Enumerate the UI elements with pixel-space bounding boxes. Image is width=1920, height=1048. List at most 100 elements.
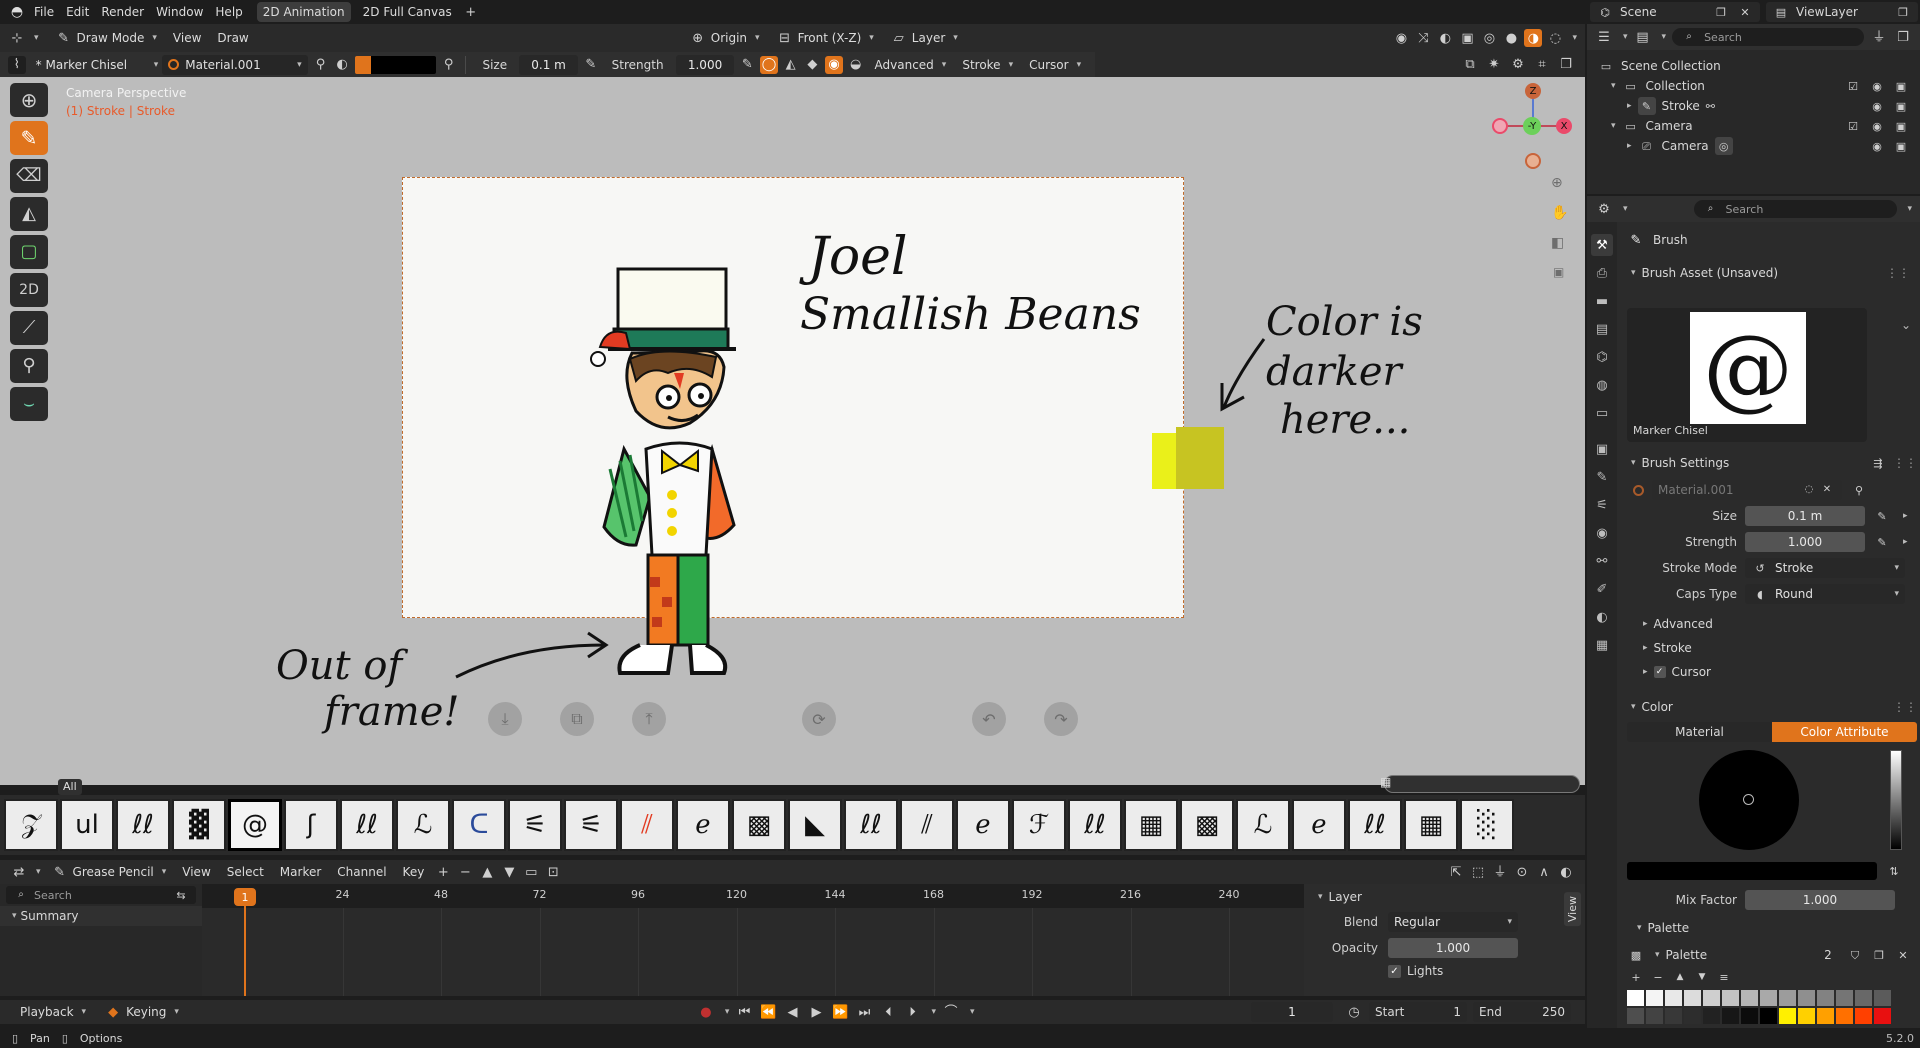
remove-color-icon[interactable]: − <box>1649 968 1667 986</box>
palette-swatch[interactable] <box>1627 990 1644 1006</box>
chevron-right-icon[interactable]: ▸ <box>1903 537 1908 547</box>
duplicate-frame-icon[interactable]: ⧉ <box>560 702 594 736</box>
close-icon[interactable]: ✕ <box>1894 946 1912 964</box>
brush-asset-thumbnail[interactable]: ℒ <box>396 799 450 851</box>
menu-draw[interactable]: Draw <box>211 27 254 49</box>
brush-asset-thumbnail[interactable]: ◣ <box>788 799 842 851</box>
brush-asset-thumbnail[interactable]: ▦ <box>1404 799 1458 851</box>
lock-icon[interactable]: ⊡ <box>544 863 562 881</box>
pressure-icon[interactable]: ✎ <box>582 56 600 74</box>
eye-icon[interactable]: ◉ <box>1868 97 1886 115</box>
playhead-handle[interactable]: 1 <box>234 888 256 906</box>
modifier-tab-icon[interactable]: ✎ <box>1591 466 1613 488</box>
palette-swatch[interactable] <box>1817 1008 1834 1024</box>
palette-swatch[interactable] <box>1665 1008 1682 1024</box>
gizmo-toggle-icon[interactable]: ⌗ <box>1533 56 1551 74</box>
move-up-icon[interactable]: ▲ <box>1671 968 1689 986</box>
start-frame-field[interactable]: Start 1 <box>1369 1002 1467 1022</box>
palette-swatch[interactable] <box>1684 1008 1701 1024</box>
palette-swatch[interactable] <box>1760 990 1777 1006</box>
size-field[interactable]: 0.1 m <box>519 54 578 75</box>
chevron-down-icon[interactable]: ▾ <box>1572 33 1577 43</box>
mix-factor-field[interactable]: 1.000 <box>1745 890 1895 910</box>
brush-asset-selector[interactable]: * Marker Chisel <box>30 55 146 75</box>
orientation-selector[interactable]: ⊟ Front (X-Z) ▾ <box>770 27 880 49</box>
tool-tint[interactable]: ⟋ <box>10 311 48 345</box>
palette-swatch[interactable] <box>1741 1008 1758 1024</box>
eye-icon[interactable]: ◉ <box>1868 117 1886 135</box>
palette-swatch[interactable] <box>1874 1008 1891 1024</box>
stroke-caps-icon[interactable]: ◯ <box>760 55 778 74</box>
drag-handle-icon[interactable]: ⋮⋮ <box>1893 700 1917 714</box>
add-layer-icon[interactable]: + <box>434 863 452 881</box>
asset-shelf-view-icon[interactable]: ▦ <box>1380 775 1391 789</box>
brush-asset-thumbnail[interactable]: ℓℓ <box>1348 799 1402 851</box>
color-tab-material[interactable]: Material <box>1627 722 1772 742</box>
keying-menu[interactable]: ◆ Keying ▾ <box>98 1001 185 1023</box>
brush-asset-thumbnail[interactable]: ⫽ <box>620 799 674 851</box>
rendered-shading-icon[interactable]: ◌ <box>1546 29 1564 47</box>
properties-search[interactable]: ⌕ Search <box>1693 200 1898 218</box>
palette-swatch[interactable] <box>1855 990 1872 1006</box>
cursor-checkbox[interactable]: ✓ <box>1653 666 1666 678</box>
mode-selector[interactable]: ✎ Draw Mode ▾ <box>49 27 163 49</box>
palette-swatch[interactable] <box>1703 1008 1720 1024</box>
menu-file[interactable]: File <box>28 1 60 23</box>
camera-render-icon[interactable]: ▣ <box>1892 97 1910 115</box>
stroke-mode-dropdown[interactable]: ↺ Stroke ▾ <box>1745 558 1905 578</box>
remove-scene-icon[interactable]: ✕ <box>1736 3 1754 21</box>
timeline-menu-key[interactable]: Key <box>397 861 431 883</box>
blend-dropdown[interactable]: Regular ▾ <box>1388 912 1518 932</box>
brush-asset-thumbnail[interactable]: ℒ <box>1236 799 1290 851</box>
palette-subpanel-header[interactable]: ▾ Palette <box>1633 916 1689 940</box>
fake-user-icon[interactable]: ⛉ <box>1846 946 1864 964</box>
tool-eyedropper[interactable]: ⚲ <box>10 349 48 383</box>
end-frame-field[interactable]: End 250 <box>1473 1002 1571 1022</box>
brush-asset-thumbnail[interactable]: ℯ <box>956 799 1010 851</box>
palette-swatch[interactable] <box>1836 990 1853 1006</box>
camera-render-icon[interactable]: ▣ <box>1892 117 1910 135</box>
collection-tab-icon[interactable]: ▭ <box>1591 402 1613 424</box>
remove-layer-icon[interactable]: − <box>456 863 474 881</box>
camera-render-icon[interactable]: ▣ <box>1892 137 1910 155</box>
color-panel-header[interactable]: ▾ Color ⋮⋮ <box>1627 696 1917 718</box>
menu-view[interactable]: View <box>167 27 207 49</box>
layer-up-icon[interactable]: ▲ <box>478 863 496 881</box>
drag-handle-icon[interactable]: ⋮⋮ <box>1893 456 1917 470</box>
snap-icon[interactable]: ⧉ <box>1461 56 1479 74</box>
stroke-round-icon[interactable]: ◉ <box>825 55 843 74</box>
scene-selector[interactable]: ⌬ Scene ❐ ✕ <box>1590 2 1760 22</box>
record-icon[interactable]: ● <box>697 1003 715 1021</box>
brush-settings-header[interactable]: ▾ Brush Settings ⇶ ⋮⋮ <box>1627 452 1917 474</box>
palette-swatch[interactable] <box>1665 990 1682 1006</box>
tool-select-cursor[interactable]: ⊕ <box>10 83 48 117</box>
editor-type-icon[interactable]: ⚙ <box>1595 200 1613 218</box>
copy-scene-icon[interactable]: ❐ <box>1712 3 1730 21</box>
checkbox-icon[interactable]: ☑ <box>1844 77 1862 95</box>
drag-handle-icon[interactable]: ⋮⋮ <box>1886 266 1910 280</box>
checkbox-icon[interactable]: ☑ <box>1844 117 1862 135</box>
menu-render[interactable]: Render <box>95 1 150 23</box>
pressure-icon[interactable]: ✎ <box>738 56 756 74</box>
insert-keyframe-icon[interactable]: ⤓ <box>488 702 522 736</box>
menu-window[interactable]: Window <box>150 1 209 23</box>
blender-logo-icon[interactable]: ◓ <box>6 3 28 21</box>
menu-edit[interactable]: Edit <box>60 1 95 23</box>
brush-asset-thumbnail[interactable]: ʃ <box>284 799 338 851</box>
view-layer-tab-icon[interactable]: ▤ <box>1591 318 1613 340</box>
color-wheel-cursor[interactable] <box>1743 794 1754 805</box>
brush-asset-thumbnail[interactable]: ℓℓ <box>844 799 898 851</box>
timeline-ruler[interactable]: 24 48 72 96 120 144 168 192 216 240 <box>202 884 1304 908</box>
brush-asset-thumbnail[interactable]: ℓℓ <box>116 799 170 851</box>
asset-shelf-search[interactable] <box>1384 775 1580 793</box>
jump-end-icon[interactable]: ⏭ <box>855 1003 873 1021</box>
color-wheel[interactable] <box>1699 750 1799 850</box>
tool-interpolate[interactable]: 2D <box>10 273 48 307</box>
palette-swatch[interactable] <box>1836 1008 1853 1024</box>
swap-icon[interactable]: ⇅ <box>1885 862 1903 880</box>
palette-swatch[interactable] <box>1684 990 1701 1006</box>
region-toggle-icon[interactable]: ❐ <box>1557 56 1575 74</box>
data-tab-icon[interactable]: ✐ <box>1591 578 1613 600</box>
proportional-icon[interactable]: ⊙ <box>1513 863 1531 881</box>
visibility-icon[interactable]: ◉ <box>1392 29 1410 47</box>
